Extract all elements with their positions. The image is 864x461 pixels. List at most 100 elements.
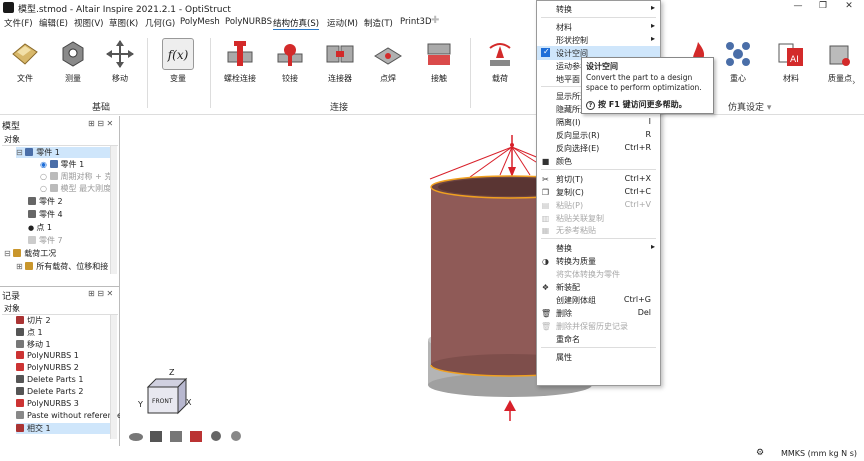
zoom-icon[interactable] (211, 431, 221, 441)
restore-button[interactable]: ❐ (811, 1, 835, 14)
camera-icon[interactable] (150, 431, 162, 442)
menu-polymesh[interactable]: PolyMesh (180, 17, 220, 27)
scrollbar[interactable] (110, 315, 117, 439)
view-icon[interactable] (170, 431, 182, 442)
history-item[interactable]: 相交 1 (16, 423, 110, 434)
history-panel-tab[interactable]: 对象 (4, 303, 20, 314)
context-menu-item[interactable]: ■ 颜色 (537, 154, 660, 168)
context-menu-item[interactable]: 反向选择(E) Ctrl+R (537, 141, 660, 155)
context-menu-item[interactable]: 材料 ▸ (537, 20, 660, 34)
centroid-icon (722, 38, 754, 70)
context-menu-item[interactable]: 重命名 (537, 332, 660, 346)
move-button[interactable]: 移动 (98, 38, 142, 84)
context-menu-item[interactable]: 🗑 删除 Del (537, 306, 660, 320)
panel-controls[interactable]: ⊞ ⊟ ✕ (88, 289, 113, 298)
context-menu-item[interactable]: ❐ 复制(C) Ctrl+C (537, 185, 660, 199)
3d-viewport[interactable]: F FRONT Z Y X (120, 115, 864, 446)
tree-item[interactable]: 零件 7 (28, 235, 63, 246)
measure-icon (57, 38, 89, 70)
tree-item[interactable]: ⊟ 零件 1 (16, 147, 110, 158)
polynurbs-icon (16, 351, 24, 359)
history-item[interactable]: Delete Parts 1 (16, 375, 83, 384)
context-menu-item[interactable]: 创建刚体组 Ctrl+G (537, 293, 660, 307)
measure-button[interactable]: 测量 (51, 38, 95, 84)
view-cube[interactable]: FRONT (146, 377, 188, 415)
menu-structure-sim[interactable]: 结构仿真(S) (273, 17, 320, 31)
units-label[interactable]: MMKS (mm kg N s) (781, 449, 857, 458)
history-item[interactable]: PolyNURBS 2 (16, 363, 79, 372)
section-icon[interactable] (190, 431, 202, 442)
context-menu-item[interactable]: ✂ 剪切(T) Ctrl+X (537, 172, 660, 186)
context-menu-item[interactable]: 转换 ▸ (537, 2, 660, 16)
menu-view[interactable]: 视图(V) (74, 17, 103, 29)
view-cube-face: FRONT (152, 398, 173, 405)
pin-button[interactable]: 铰接 (268, 38, 312, 84)
load-button[interactable]: 载荷 (478, 38, 522, 84)
support-marker (504, 400, 516, 421)
context-menu-item[interactable]: ❖ 新装配 (537, 280, 660, 294)
context-menu-item[interactable]: 属性 (537, 350, 660, 364)
axis-y-label: Y (137, 400, 143, 409)
tree-item[interactable]: 零件 2 (28, 196, 63, 207)
chevron-down-icon[interactable]: ▾ (767, 103, 772, 113)
part-icon (49, 172, 58, 180)
variable-button[interactable]: f(x) 变量 (156, 38, 200, 84)
model-panel-tab[interactable]: 对象 (4, 134, 20, 145)
spot-weld-button[interactable]: 点焊 (366, 38, 410, 84)
history-item[interactable]: PolyNURBS 3 (16, 399, 79, 408)
menu-item-label: 转换为质量 (556, 257, 596, 267)
tree-item[interactable]: ⊟ 载荷工况 (4, 248, 56, 259)
menu-polynurbs[interactable]: PolyNURBS (225, 17, 272, 27)
context-menu-item[interactable]: ◑ 转换为质量 (537, 254, 660, 268)
rotate-icon[interactable] (231, 431, 241, 441)
menu-sketch[interactable]: 草图(K) (109, 17, 138, 29)
close-window-button[interactable]: ✕ (837, 1, 861, 14)
menu-separator (541, 16, 656, 18)
history-item[interactable]: 切片 2 (16, 315, 51, 326)
material-icon: AI (775, 38, 807, 70)
tree-item[interactable]: ○ 周期对称 + 克 (40, 171, 112, 182)
eye-icon[interactable] (129, 433, 143, 441)
group-basic-label: 基础 (92, 103, 111, 113)
panel-controls[interactable]: ⊞ ⊟ ✕ (88, 119, 113, 128)
part-icon (28, 210, 36, 218)
tree-item[interactable]: ○ 模型 最大刚度 (40, 183, 111, 194)
file-button[interactable]: 文件 (3, 38, 47, 84)
menu-manufacture[interactable]: 制造(T) (364, 17, 393, 29)
context-menu-item[interactable]: 替换 ▸ (537, 241, 660, 255)
context-menu-item[interactable]: 形状控制 ▸ (537, 33, 660, 47)
bolt-button[interactable]: 螺栓连接 (218, 38, 262, 84)
minimize-button[interactable]: — (786, 1, 810, 14)
contact-button[interactable]: 接触 (417, 38, 461, 84)
unit-settings-icon[interactable]: ⚙ (756, 448, 764, 458)
menu-geometry[interactable]: 几何(G) (145, 17, 175, 29)
menu-print3d[interactable]: Print3D (400, 17, 432, 27)
mass-point-icon (824, 38, 856, 70)
history-item[interactable]: Delete Parts 2 (16, 387, 83, 396)
history-item[interactable]: 点 1 (16, 327, 43, 338)
material-button[interactable]: AI 材料 (769, 38, 813, 84)
history-item[interactable]: 移动 1 (16, 339, 51, 350)
tree-item[interactable]: ● 点 1 (28, 222, 52, 233)
tree-item[interactable]: 零件 4 (28, 209, 63, 220)
connector-button[interactable]: 连接器 (318, 38, 362, 84)
menu-edit[interactable]: 编辑(E) (39, 17, 68, 29)
centroid-button[interactable]: 重心 (716, 38, 760, 84)
scrollbar[interactable] (110, 146, 117, 274)
tree-item[interactable]: ◉ 零件 1 (40, 159, 84, 170)
history-item[interactable]: Paste without reference (16, 411, 122, 420)
model-view[interactable]: F FRONT Z Y X (120, 115, 864, 446)
history-item[interactable]: PolyNURBS 1 (16, 351, 79, 360)
add-tab-icon[interactable]: ✚ (431, 15, 439, 26)
menu-motion[interactable]: 运动(M) (327, 17, 358, 29)
checkbox[interactable] (541, 47, 550, 57)
menu-file[interactable]: 文件(F) (4, 17, 33, 29)
pin-icon (274, 38, 306, 70)
part-icon (28, 236, 36, 244)
tree-item[interactable]: ⊞ 所有载荷、位移和接 (16, 261, 108, 272)
context-menu-item[interactable]: 隔离(I) I (537, 115, 660, 129)
axis-x-label: X (186, 398, 192, 407)
group-sim-setup-label: 仿真设定 ▾ (728, 103, 772, 113)
ribbon-scroll-arrow-icon[interactable]: › (852, 78, 856, 88)
context-menu-item[interactable]: 反向显示(R) R (537, 128, 660, 142)
